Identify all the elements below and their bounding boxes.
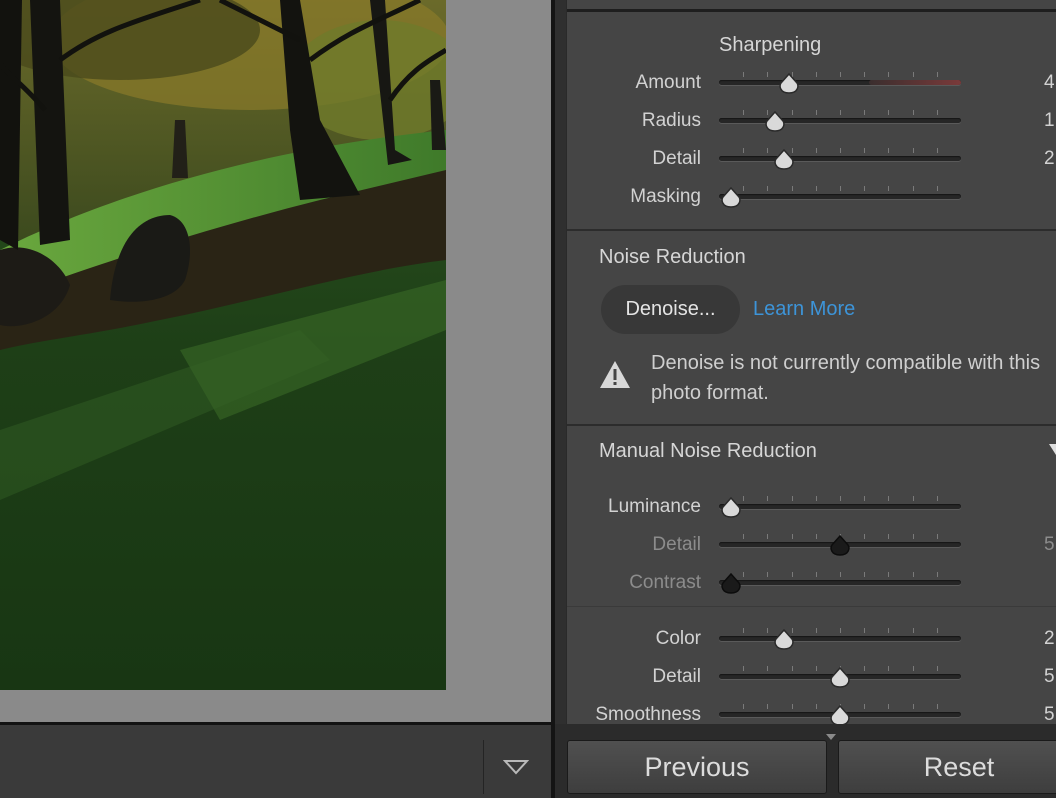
slider-ticks [719, 110, 961, 116]
toolbar [0, 725, 551, 798]
slider-track [719, 636, 961, 641]
image-viewer[interactable] [0, 0, 551, 722]
slider[interactable] [719, 534, 963, 556]
slider-label: Luminance [608, 496, 701, 517]
toolbar-divider [483, 740, 484, 794]
slider-row: Amount 4 [567, 72, 1056, 96]
slider-label: Detail [652, 534, 701, 555]
slider-track [719, 118, 961, 123]
photo-preview[interactable] [0, 0, 446, 690]
slider-ticks [719, 186, 961, 192]
slider-row: Radius 1, [567, 110, 1056, 134]
slider-row: Detail 5 [567, 534, 1056, 558]
slider-row: Color 2 [567, 628, 1056, 652]
warning-triangle-icon [598, 358, 632, 392]
sharpening-title: Sharpening [719, 34, 822, 56]
slider-value: 5 [1044, 666, 1055, 687]
reset-button[interactable]: Reset [838, 740, 1056, 794]
slider-label: Color [655, 628, 701, 649]
slider-ticks [719, 496, 961, 502]
slider-row: Detail 2 [567, 148, 1056, 172]
slider-value: 5 [1044, 534, 1055, 555]
slider-value: 1, [1044, 110, 1056, 131]
slider-thumb[interactable] [773, 628, 795, 651]
slider-label: Smoothness [595, 704, 701, 724]
slider-thumb[interactable] [778, 72, 800, 95]
slider[interactable] [719, 628, 963, 650]
collapse-triangle-icon[interactable] [1049, 442, 1056, 456]
slider-row: Contrast [567, 572, 1056, 596]
panel-gutter [555, 0, 566, 724]
slider[interactable] [719, 704, 963, 724]
slider-label: Detail [652, 148, 701, 169]
denoise-warning-text: Denoise is not currently compatible with… [651, 352, 1041, 404]
slider[interactable] [719, 148, 963, 170]
noise-reduction-title: Noise Reduction [599, 246, 746, 268]
slider-highlight [869, 80, 961, 85]
slider-value: 2 [1044, 628, 1055, 649]
denoise-button[interactable]: Denoise... [601, 285, 740, 334]
slider[interactable] [719, 666, 963, 688]
slider-thumb[interactable] [829, 704, 851, 724]
slider-thumb[interactable] [720, 572, 742, 595]
slider[interactable] [719, 496, 963, 518]
slider-thumb[interactable] [829, 534, 851, 557]
slider[interactable] [719, 572, 963, 594]
slider-row: Detail 5 [567, 666, 1056, 690]
slider-ticks [719, 72, 961, 78]
slider-value: 2 [1044, 148, 1055, 169]
slider-ticks [719, 148, 961, 154]
slider-row: Masking [567, 186, 1056, 210]
slider-thumb[interactable] [829, 666, 851, 689]
slider-ticks [719, 628, 961, 634]
slider-thumb[interactable] [720, 496, 742, 519]
slider-row: Luminance [567, 496, 1056, 520]
slider-track [719, 580, 961, 585]
slider-value: 5 [1044, 704, 1055, 724]
slider[interactable] [719, 110, 963, 132]
section-divider [567, 229, 1056, 231]
slider-thumb[interactable] [773, 148, 795, 171]
toolbar-menu-chevron-icon[interactable] [498, 752, 534, 782]
slider[interactable] [719, 186, 963, 208]
slider-track [719, 156, 961, 161]
slider-row: Smoothness 5 [567, 704, 1056, 724]
slider-label: Detail [652, 666, 701, 687]
slider-label: Contrast [629, 572, 701, 593]
learn-more-link[interactable]: Learn More [753, 298, 855, 321]
slider-thumb[interactable] [720, 186, 742, 209]
slider-track [719, 504, 961, 509]
previous-button[interactable]: Previous [567, 740, 827, 794]
slider-ticks [719, 572, 961, 578]
slider-label: Radius [641, 110, 701, 131]
slider-value: 4 [1044, 72, 1055, 93]
panel-top-divider [567, 9, 1056, 12]
slider-thumb[interactable] [764, 110, 786, 133]
slider-label: Masking [630, 186, 701, 207]
slider-track [719, 194, 961, 199]
section-divider [567, 424, 1056, 426]
group-divider [567, 606, 1056, 607]
slider-label: Amount [635, 72, 701, 93]
slider[interactable] [719, 72, 963, 94]
detail-panel: Sharpening Amount 4 Radius 1, Detail 2 Masking… [566, 0, 1056, 724]
manual-noise-reduction-title: Manual Noise Reduction [599, 440, 817, 462]
panel-resize-notch-icon[interactable] [826, 727, 836, 740]
